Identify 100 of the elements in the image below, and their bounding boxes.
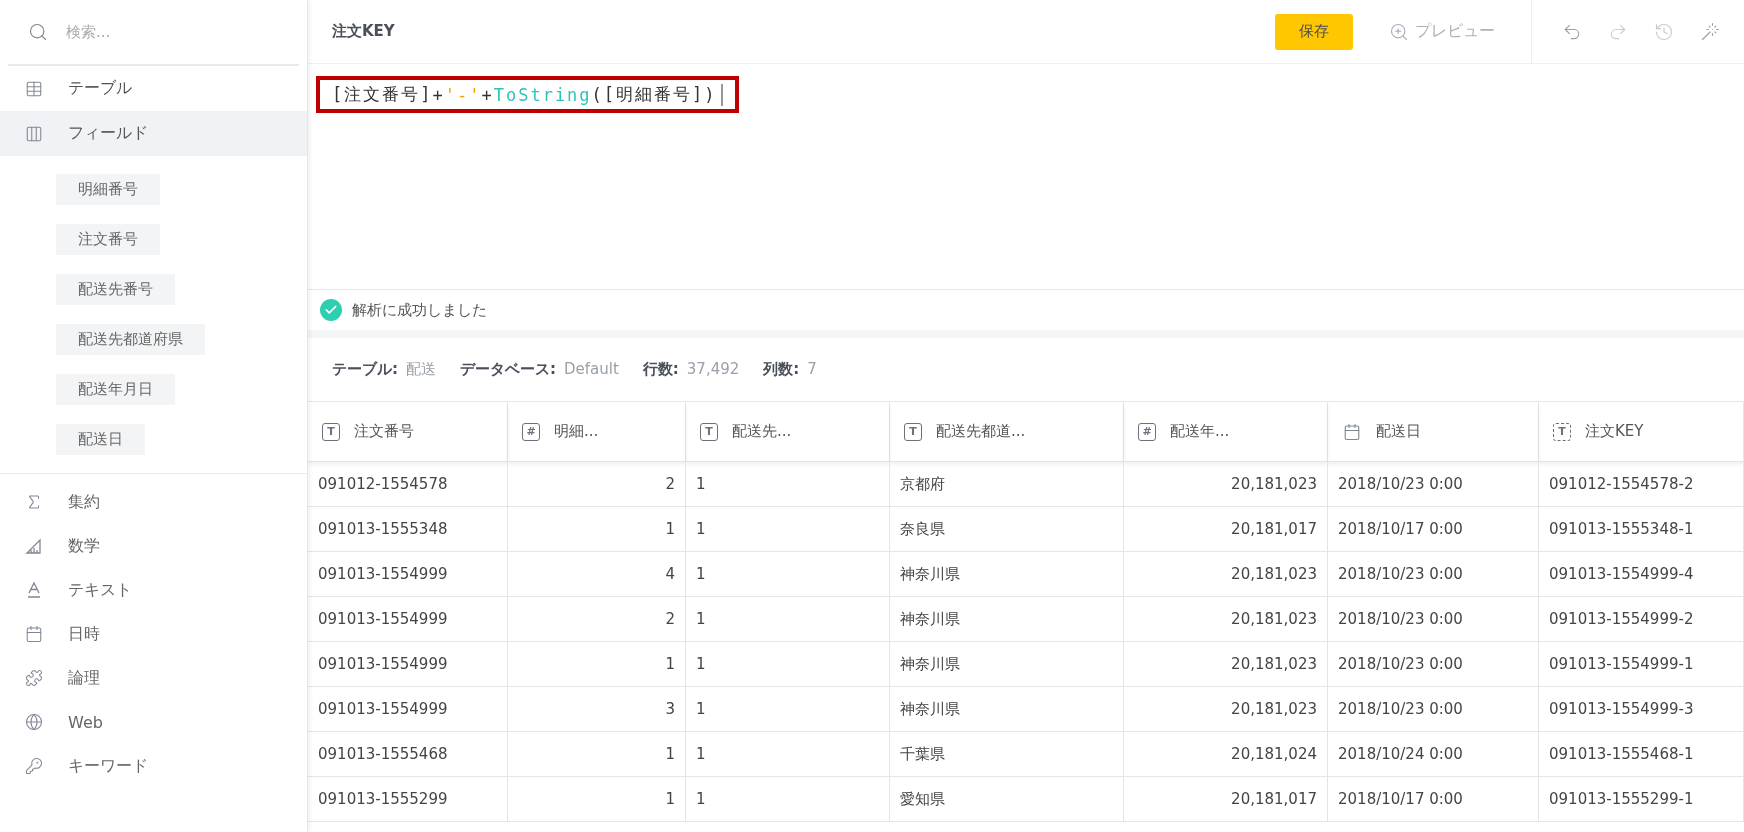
save-button[interactable]: 保存 xyxy=(1275,13,1353,50)
sidebar-item[interactable]: フィールド xyxy=(0,111,307,156)
table-cell: 2018/10/23 0:00 xyxy=(1328,597,1539,642)
table-cell: 2018/10/23 0:00 xyxy=(1328,462,1539,507)
field-chip[interactable]: 配送先番号 xyxy=(56,274,175,305)
field-chip[interactable]: 明細番号 xyxy=(56,174,160,205)
table-cell: 091013-1554999-2 xyxy=(1539,597,1744,642)
table-cell: 神奈川県 xyxy=(890,687,1124,732)
table-cell: 091013-1555468 xyxy=(308,732,508,777)
stat-value: 配送 xyxy=(406,360,436,379)
table-cell: 20,181,017 xyxy=(1124,507,1328,552)
wand-icon xyxy=(1700,21,1720,42)
column-header[interactable]: T 配送先... xyxy=(686,402,890,462)
table-cell: 2018/10/17 0:00 xyxy=(1328,777,1539,822)
category-item[interactable]: 日時 xyxy=(0,612,307,656)
column-title: 明細... xyxy=(554,422,599,441)
table-cell: 1 xyxy=(686,642,890,687)
table-cell: 2018/10/17 0:00 xyxy=(1328,507,1539,552)
calendar-icon xyxy=(24,624,44,644)
table-cell: 20,181,023 xyxy=(1124,462,1328,507)
field-title: 注文KEY xyxy=(332,22,396,41)
field-chip[interactable]: 配送日 xyxy=(56,424,145,455)
stat-label: テーブル: xyxy=(332,360,398,379)
sidebar-item[interactable]: テーブル xyxy=(0,66,307,111)
stat-value: 37,492 xyxy=(686,360,740,379)
table-cell: 091012-1554578 xyxy=(308,462,508,507)
history-icon xyxy=(1654,21,1674,42)
column-header[interactable]: T 注文番号 xyxy=(308,402,508,462)
column-header[interactable]: # 配送年... xyxy=(1124,402,1328,462)
table-cell: 091013-1554999-1 xyxy=(1539,642,1744,687)
column-header[interactable]: # 明細... xyxy=(508,402,686,462)
table-cell: 091013-1555468-1 xyxy=(1539,732,1744,777)
table-cell: 091013-1554999-4 xyxy=(1539,552,1744,597)
table-cell: 1 xyxy=(686,732,890,777)
table-cell: 千葉県 xyxy=(890,732,1124,777)
table-cell: 1 xyxy=(508,642,686,687)
category-item[interactable]: Web xyxy=(0,700,307,744)
category-item[interactable]: キーワード xyxy=(0,744,307,788)
category-item[interactable]: テキスト xyxy=(0,568,307,612)
table-cell: 20,181,023 xyxy=(1124,687,1328,732)
status-message: 解析に成功しました xyxy=(352,300,487,320)
category-item[interactable]: 論理 xyxy=(0,656,307,700)
category-item[interactable]: 数学 xyxy=(0,524,307,568)
search-icon xyxy=(28,22,48,42)
table-cell: 20,181,023 xyxy=(1124,642,1328,687)
stat-label: 行数: xyxy=(642,360,679,379)
table-cell: 091013-1555348 xyxy=(308,507,508,552)
table-cell: 20,181,023 xyxy=(1124,552,1328,597)
text-type-icon: T xyxy=(322,422,340,441)
table-cell: 2018/10/23 0:00 xyxy=(1328,687,1539,732)
field-chip[interactable]: 配送年月日 xyxy=(56,374,175,405)
table-cell: 3 xyxy=(508,687,686,732)
table-cell: 1 xyxy=(686,507,890,552)
calendar-icon xyxy=(1342,421,1362,442)
zoom-in-icon xyxy=(1389,21,1409,42)
column-title: 注文番号 xyxy=(354,422,414,441)
stat-label: 列数: xyxy=(763,360,800,379)
table-cell: 2018/10/24 0:00 xyxy=(1328,732,1539,777)
column-header[interactable]: T 注文KEY xyxy=(1539,402,1744,462)
table-cell: 091013-1554999 xyxy=(308,597,508,642)
puzzle-icon xyxy=(24,668,44,688)
table-cell: 1 xyxy=(508,777,686,822)
table-cell: 神奈川県 xyxy=(890,552,1124,597)
category-item[interactable]: 集約 xyxy=(0,480,307,524)
table-cell: 2018/10/23 0:00 xyxy=(1328,642,1539,687)
column-header[interactable]: 配送日 xyxy=(1328,402,1539,462)
column-title: 注文KEY xyxy=(1585,422,1644,441)
number-type-icon: # xyxy=(1138,422,1156,441)
table-cell: 091013-1555299-1 xyxy=(1539,777,1744,822)
table-cell: 1 xyxy=(686,777,890,822)
table-cell: 091013-1554999-3 xyxy=(1539,687,1744,732)
field-chip[interactable]: 注文番号 xyxy=(56,224,160,255)
column-title: 配送年... xyxy=(1170,422,1230,441)
table-cell: 1 xyxy=(508,507,686,552)
globe-icon xyxy=(24,712,44,732)
key-icon xyxy=(24,756,44,776)
formula-input[interactable]: [注文番号]+'-'+ToString([明細番号]) xyxy=(316,76,739,113)
table-cell: 1 xyxy=(686,597,890,642)
table-cell: 1 xyxy=(686,687,890,732)
stat-value: Default xyxy=(564,360,619,379)
ruler-icon xyxy=(24,536,44,556)
table-cell: 神奈川県 xyxy=(890,642,1124,687)
table-cell: 2 xyxy=(508,462,686,507)
table-cell: 091013-1554999 xyxy=(308,642,508,687)
table-cell: 神奈川県 xyxy=(890,597,1124,642)
table-cell: 1 xyxy=(508,732,686,777)
text-type-icon: T xyxy=(700,422,718,441)
table-cell: 京都府 xyxy=(890,462,1124,507)
stat-label: データベース: xyxy=(460,360,556,379)
table-cell: 20,181,017 xyxy=(1124,777,1328,822)
table-cell: 奈良県 xyxy=(890,507,1124,552)
column-header[interactable]: T 配送先都道... xyxy=(890,402,1124,462)
table-cell: 2 xyxy=(508,597,686,642)
table-cell: 091012-1554578-2 xyxy=(1539,462,1744,507)
formula-type-icon: T xyxy=(1553,422,1571,441)
table-cell: 2018/10/23 0:00 xyxy=(1328,552,1539,597)
column-title: 配送先都道... xyxy=(936,422,1026,441)
table-cell: 091013-1555299 xyxy=(308,777,508,822)
field-chip[interactable]: 配送先都道府県 xyxy=(56,324,205,355)
table-cell: 1 xyxy=(686,462,890,507)
